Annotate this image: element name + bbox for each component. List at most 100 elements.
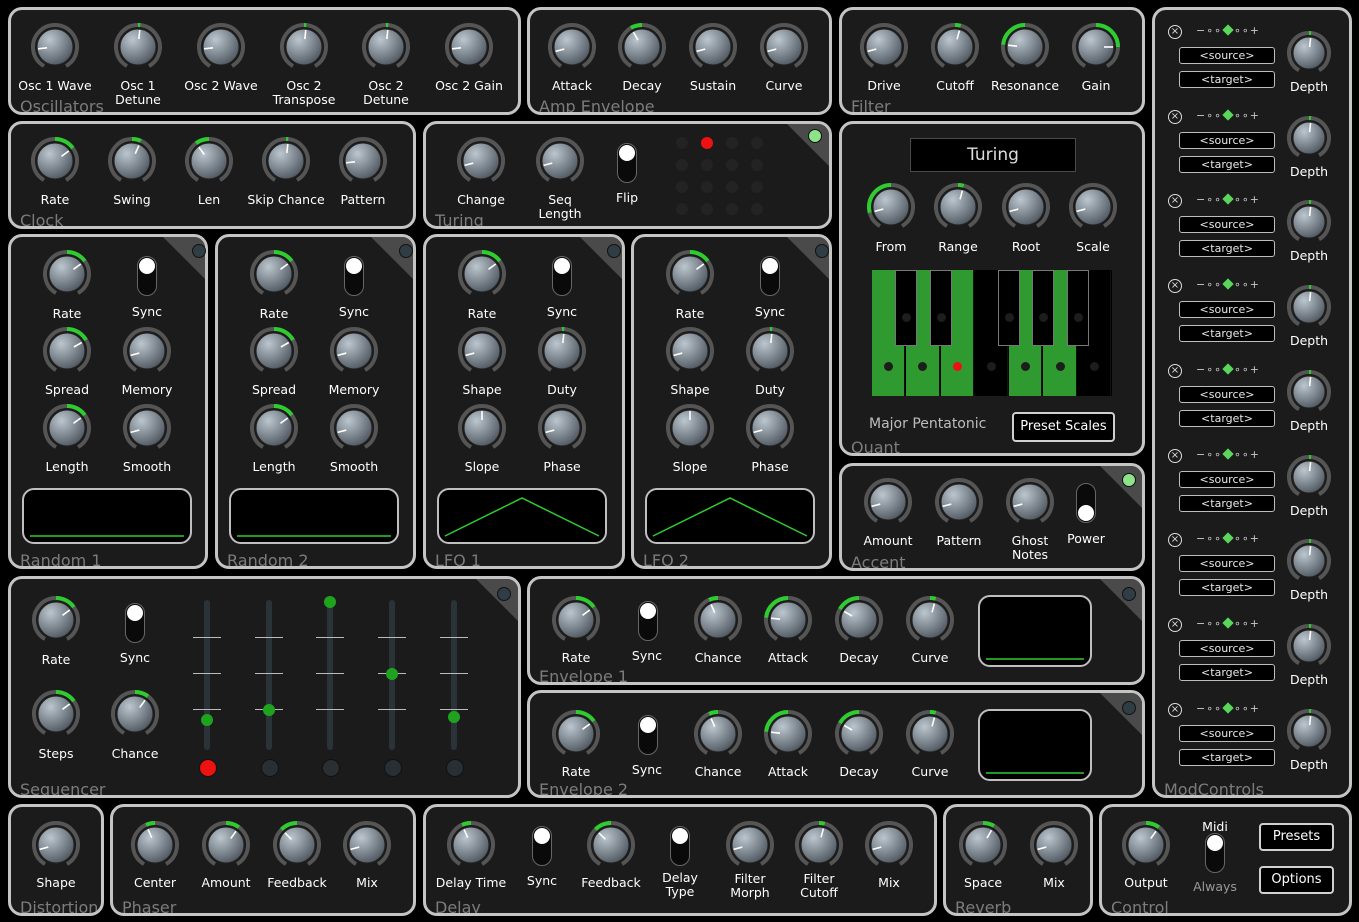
filter-resonance-knob[interactable] bbox=[999, 21, 1051, 73]
env1-decay-knob[interactable] bbox=[833, 594, 885, 646]
mod-polarity-rail[interactable]: −∘∘ ∘∘+ bbox=[1196, 109, 1260, 122]
random-2-spread-knob[interactable] bbox=[248, 325, 300, 377]
mod-polarity-rail[interactable]: −∘∘ ∘∘+ bbox=[1196, 193, 1260, 206]
mod-polarity-rail[interactable]: −∘∘ ∘∘+ bbox=[1196, 702, 1260, 715]
osc-osc-2-gain-knob[interactable] bbox=[443, 21, 495, 73]
seq-step-slider[interactable] bbox=[204, 600, 210, 750]
black-key[interactable] bbox=[1066, 270, 1089, 346]
env1-power-led[interactable] bbox=[1122, 587, 1136, 601]
sequencer-power-led[interactable] bbox=[497, 587, 511, 601]
seq-step-slider[interactable] bbox=[327, 600, 333, 750]
turing-change-knob[interactable] bbox=[455, 135, 507, 187]
mod-source-select[interactable]: <source> bbox=[1179, 555, 1275, 573]
seq-slider-handle[interactable] bbox=[201, 714, 213, 727]
clock-pattern-knob[interactable] bbox=[337, 135, 389, 187]
lfo-1-phase-knob[interactable] bbox=[536, 402, 588, 454]
mod-polarity-diamond-icon[interactable] bbox=[1222, 24, 1234, 36]
reverb-mix-knob[interactable] bbox=[1028, 819, 1080, 871]
accent-power-switch[interactable] bbox=[1076, 483, 1096, 523]
delay-sync-switch[interactable] bbox=[532, 826, 552, 866]
env2-power-led[interactable] bbox=[1122, 701, 1136, 715]
accent-ghost-notes-knob[interactable] bbox=[1004, 476, 1056, 528]
mod-polarity-diamond-icon[interactable] bbox=[1222, 701, 1234, 714]
mod-source-select[interactable]: <source> bbox=[1179, 131, 1275, 149]
mod-polarity-diamond-icon[interactable] bbox=[1222, 532, 1234, 544]
accent-pattern-knob[interactable] bbox=[933, 476, 985, 528]
lfo-1-power-led[interactable] bbox=[607, 244, 621, 258]
random-2-length-knob[interactable] bbox=[248, 402, 300, 454]
black-key[interactable] bbox=[895, 270, 918, 346]
lfo-2-slope-knob[interactable] bbox=[664, 402, 716, 454]
mod-remove-icon[interactable]: × bbox=[1168, 363, 1182, 378]
mod-source-select[interactable]: <source> bbox=[1179, 724, 1275, 742]
mod-target-select[interactable]: <target> bbox=[1179, 71, 1275, 88]
env2-rate-knob[interactable] bbox=[550, 708, 602, 760]
mod-remove-icon[interactable]: × bbox=[1168, 448, 1182, 463]
filter-cutoff-knob[interactable] bbox=[929, 21, 981, 73]
quant-range-knob[interactable] bbox=[932, 181, 984, 233]
seq-slider-handle[interactable] bbox=[324, 596, 336, 608]
random-1-memory-knob[interactable] bbox=[121, 325, 173, 377]
osc-osc-2-transpose-knob[interactable] bbox=[278, 21, 330, 73]
black-key[interactable] bbox=[1032, 270, 1055, 346]
lfo-2-power-led[interactable] bbox=[815, 244, 829, 258]
env1-curve-knob[interactable] bbox=[904, 594, 956, 646]
env2-attack-knob[interactable] bbox=[762, 708, 814, 760]
amp-attack-knob[interactable] bbox=[546, 21, 598, 73]
lfo-2-rate-knob[interactable] bbox=[664, 248, 716, 300]
lfo-2-phase-knob[interactable] bbox=[744, 402, 796, 454]
clock-skip-chance-knob[interactable] bbox=[260, 135, 312, 187]
amp-sustain-knob[interactable] bbox=[687, 21, 739, 73]
mod-target-select[interactable]: <target> bbox=[1179, 155, 1275, 173]
options-button[interactable]: Options bbox=[1259, 866, 1334, 894]
accent-power-led[interactable] bbox=[1122, 473, 1136, 487]
seq-steps-knob[interactable] bbox=[30, 688, 82, 740]
mod-polarity-diamond-icon[interactable] bbox=[1222, 193, 1234, 206]
presets-button[interactable]: Presets bbox=[1259, 823, 1334, 851]
filter-gain-knob[interactable] bbox=[1070, 21, 1122, 73]
seq-slider-handle[interactable] bbox=[386, 668, 398, 680]
env1-attack-knob[interactable] bbox=[762, 594, 814, 646]
mod-remove-icon[interactable]: × bbox=[1168, 617, 1182, 632]
lfo-1-duty-knob[interactable] bbox=[536, 325, 588, 377]
random-2-sync-switch[interactable] bbox=[344, 256, 364, 296]
distortion-shape-knob[interactable] bbox=[30, 819, 82, 871]
mod-target-select[interactable]: <target> bbox=[1179, 240, 1275, 258]
mod-depth-knob[interactable] bbox=[1285, 537, 1333, 585]
seq-chance-knob[interactable] bbox=[109, 688, 161, 740]
mod-source-select[interactable]: <source> bbox=[1179, 639, 1275, 657]
mod-polarity-rail[interactable]: −∘∘ ∘∘+ bbox=[1196, 532, 1260, 545]
mod-depth-knob[interactable] bbox=[1285, 453, 1333, 501]
mod-remove-icon[interactable]: × bbox=[1168, 109, 1182, 124]
mod-polarity-rail[interactable]: −∘∘ ∘∘+ bbox=[1196, 448, 1260, 461]
osc-osc-2-detune-knob[interactable] bbox=[360, 21, 412, 73]
lfo-2-shape-knob[interactable] bbox=[664, 325, 716, 377]
mod-polarity-diamond-icon[interactable] bbox=[1222, 109, 1234, 121]
delay-mix-knob[interactable] bbox=[863, 819, 915, 871]
random-2-smooth-knob[interactable] bbox=[328, 402, 380, 454]
random-1-length-knob[interactable] bbox=[41, 402, 93, 454]
mod-target-select[interactable]: <target> bbox=[1179, 663, 1275, 681]
output-knob[interactable] bbox=[1120, 819, 1172, 871]
accent-amount-knob[interactable] bbox=[862, 476, 914, 528]
phaser-amount-knob[interactable] bbox=[200, 819, 252, 871]
osc-osc-1-detune-knob[interactable] bbox=[112, 21, 164, 73]
turing-flip-switch[interactable] bbox=[617, 143, 637, 183]
random-2-memory-knob[interactable] bbox=[328, 325, 380, 377]
reverb-space-knob[interactable] bbox=[957, 819, 1009, 871]
lfo-1-shape-knob[interactable] bbox=[456, 325, 508, 377]
mod-target-select[interactable]: <target> bbox=[1179, 409, 1275, 427]
seq-sync-switch[interactable] bbox=[125, 603, 145, 643]
mod-target-select[interactable]: <target> bbox=[1179, 579, 1275, 597]
delay-type-switch[interactable] bbox=[670, 826, 690, 866]
env1-sync-switch[interactable] bbox=[638, 601, 658, 641]
osc-osc-2-wave-knob[interactable] bbox=[195, 21, 247, 73]
phaser-feedback-knob[interactable] bbox=[271, 819, 323, 871]
mod-source-select[interactable]: <source> bbox=[1179, 301, 1275, 319]
random-1-smooth-knob[interactable] bbox=[121, 402, 173, 454]
seq-rate-knob[interactable] bbox=[30, 594, 82, 646]
mod-polarity-diamond-icon[interactable] bbox=[1222, 617, 1234, 629]
mod-target-select[interactable]: <target> bbox=[1179, 748, 1275, 766]
mod-polarity-diamond-icon[interactable] bbox=[1222, 278, 1234, 290]
mod-depth-knob[interactable] bbox=[1285, 622, 1333, 670]
